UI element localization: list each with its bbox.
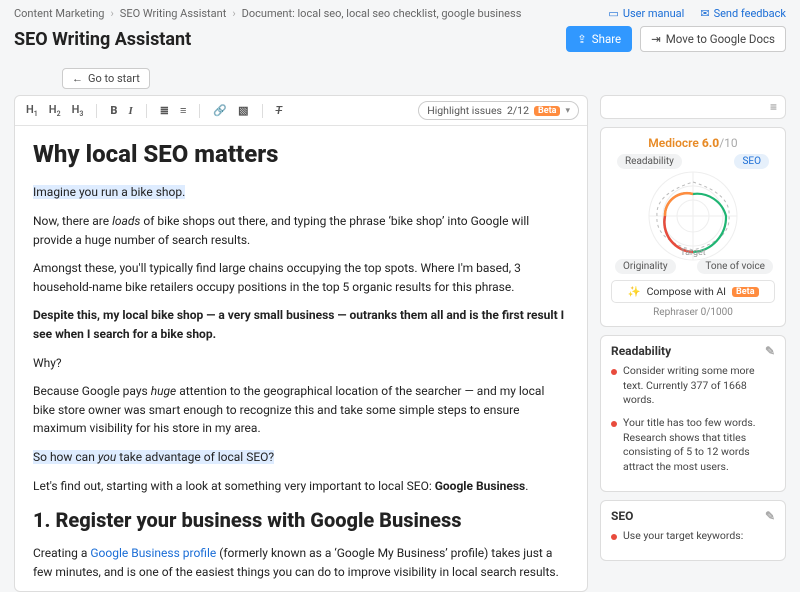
doc-p2: Now, there are loads of bike shops out t… — [33, 212, 569, 249]
beta-badge: Beta — [732, 287, 758, 297]
editor-panel: H1 H2 H3 B I ≣ ≡ 🔗 ▧ — [14, 95, 588, 592]
readability-tip: Consider writing some more text. Current… — [611, 364, 775, 408]
toolbar-divider — [146, 104, 147, 118]
seo-tip: Use your target keywords: — [611, 529, 775, 544]
toolbar-divider — [199, 104, 200, 118]
doc-p1: Imagine you run a bike shop. — [33, 185, 185, 199]
breadcrumb: Content Marketing › SEO Writing Assistan… — [14, 7, 521, 20]
score-panel: Mediocre 6.0/10 Readability — [600, 127, 786, 327]
bullet-list-button[interactable]: ≣ — [157, 102, 172, 119]
compose-label: Compose with AI — [647, 285, 726, 298]
send-feedback-link[interactable]: ✉ Send feedback — [700, 7, 786, 20]
doc-h1: Why local SEO matters — [33, 136, 569, 173]
readability-card: Readability ✎ Consider writing some more… — [600, 335, 786, 492]
heading1-button[interactable]: H1 — [23, 101, 41, 120]
export-icon: ⇥ — [651, 32, 661, 46]
doc-p4: Despite this, my local bike shop — a ver… — [33, 306, 569, 343]
doc-p7: So how can you take advantage of local S… — [33, 448, 569, 467]
chevron-right-icon: › — [110, 7, 113, 20]
toolbar-divider — [96, 104, 97, 118]
editor-body[interactable]: Why local SEO matters Imagine you run a … — [15, 126, 587, 591]
editor-toolbar: H1 H2 H3 B I ≣ ≡ 🔗 ▧ — [15, 96, 587, 126]
axis-tone[interactable]: Tone of voice — [697, 259, 773, 274]
rephraser-counter: Rephraser 0/1000 — [611, 307, 775, 318]
doc-p5: Why? — [33, 354, 569, 373]
axis-originality[interactable]: Originality — [615, 259, 676, 274]
book-icon: ▭ — [608, 7, 618, 20]
readability-tip: Your title has too few words. Research s… — [611, 416, 775, 475]
doc-p3: Amongst these, you'll typically find lar… — [33, 259, 569, 296]
user-manual-label: User manual — [623, 7, 685, 20]
doc-p8: Let's find out, starting with a look at … — [33, 477, 569, 496]
readability-title: Readability — [611, 344, 671, 358]
doc-h2: 1. Register your business with Google Bu… — [33, 505, 569, 536]
user-manual-link[interactable]: ▭ User manual — [608, 7, 684, 20]
numbered-list-button[interactable]: ≡ — [177, 102, 189, 119]
side-menu-button[interactable]: ≡ — [600, 95, 786, 119]
doc-p6: Because Google pays huge attention to th… — [33, 382, 569, 438]
crumb-seo-writing-assistant[interactable]: SEO Writing Assistant — [120, 7, 227, 20]
doc-p9: Creating a Google Business profile (form… — [33, 544, 569, 581]
heading2-button[interactable]: H2 — [46, 101, 64, 120]
clear-format-button[interactable]: T — [273, 102, 286, 119]
arrow-left-icon: ← — [72, 72, 83, 85]
toolbar-divider — [262, 104, 263, 118]
edit-seo-button[interactable]: ✎ — [765, 509, 775, 523]
image-button[interactable]: ▧ — [235, 102, 251, 119]
magic-icon: ✨ — [627, 285, 640, 298]
highlight-issues-toggle[interactable]: Highlight issues 2/12 Beta ▾ — [418, 101, 579, 120]
beta-badge: Beta — [534, 106, 560, 116]
crumb-document[interactable]: Document: local seo, local seo checklist… — [242, 7, 522, 20]
share-button[interactable]: ⇪ Share — [566, 26, 632, 52]
link-button[interactable]: 🔗 — [210, 102, 230, 119]
move-to-google-docs-button[interactable]: ⇥ Move to Google Docs — [640, 26, 786, 52]
google-business-profile-link[interactable]: Google Business profile — [90, 546, 216, 560]
go-to-start-label: Go to start — [88, 72, 140, 85]
hamburger-icon: ≡ — [770, 100, 777, 114]
go-to-start-button[interactable]: ← Go to start — [62, 68, 150, 89]
highlight-issues-count: 2/12 — [507, 104, 529, 117]
chevron-down-icon: ▾ — [565, 106, 570, 116]
share-icon: ⇪ — [577, 32, 587, 46]
target-label: Target — [680, 248, 706, 258]
seo-card: SEO ✎ Use your target keywords: — [600, 500, 786, 561]
share-label: Share — [592, 32, 621, 46]
heading3-button[interactable]: H3 — [69, 101, 87, 120]
send-feedback-label: Send feedback — [714, 7, 786, 20]
italic-button[interactable]: I — [125, 103, 135, 119]
crumb-content-marketing[interactable]: Content Marketing — [14, 7, 104, 20]
page-title: SEO Writing Assistant — [14, 29, 191, 50]
export-label: Move to Google Docs — [666, 32, 775, 46]
axis-seo[interactable]: SEO — [734, 154, 769, 169]
axis-readability[interactable]: Readability — [617, 154, 682, 169]
bold-button[interactable]: B — [107, 102, 120, 119]
score-heading: Mediocre 6.0/10 — [611, 136, 775, 150]
radar-chart: Readability SEO Originality Tone of voic… — [613, 154, 773, 274]
chevron-right-icon: › — [232, 7, 235, 20]
compose-with-ai-button[interactable]: ✨ Compose with AI Beta — [611, 280, 775, 303]
send-icon: ✉ — [700, 7, 709, 20]
edit-readability-button[interactable]: ✎ — [765, 344, 775, 358]
seo-title: SEO — [611, 509, 633, 523]
highlight-issues-label: Highlight issues — [427, 104, 502, 117]
